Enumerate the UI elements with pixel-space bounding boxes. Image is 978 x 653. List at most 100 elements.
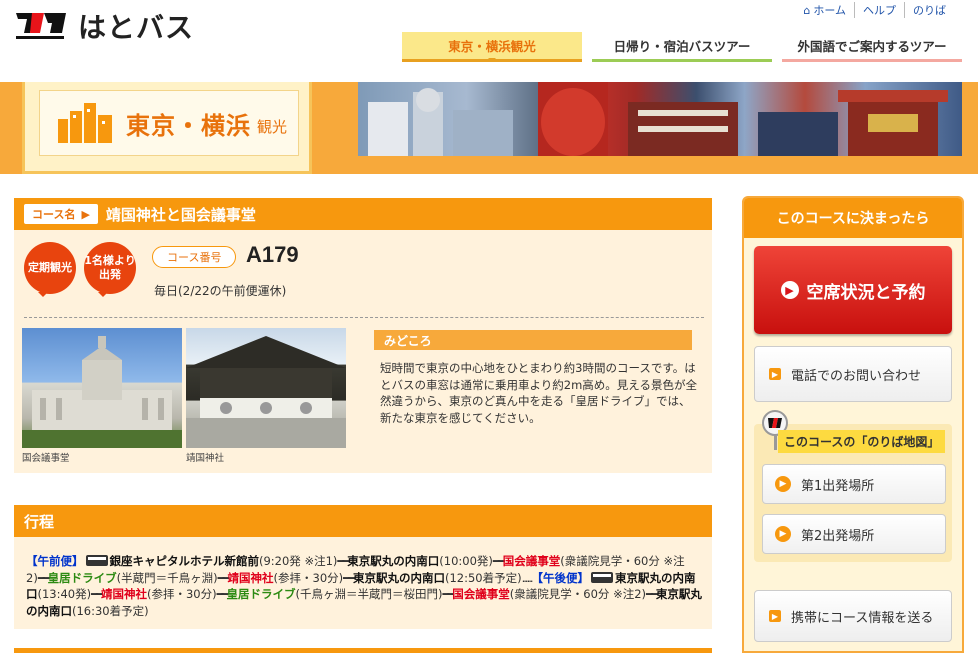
- course-schedule: 毎日(2/22の午前便運休): [154, 284, 287, 298]
- hato-bus-logo-icon: [14, 9, 68, 43]
- banner-cityscape-image: [368, 82, 948, 156]
- route-stop: 銀座キャピタルホテル新館前: [109, 554, 260, 568]
- route-connector: ━━: [343, 570, 355, 585]
- route-sightseeing: 国会議事堂: [502, 554, 561, 568]
- route-sightseeing: 国会議事堂: [452, 587, 510, 602]
- yasukuni-shrine-photo: [186, 328, 346, 448]
- help-link-label: ヘルプ: [863, 4, 896, 17]
- home-icon: ⌂: [803, 3, 811, 17]
- arrow-right-icon: ▶: [769, 368, 781, 380]
- yasukuni-shrine-image: [186, 336, 346, 448]
- departure-point-1-button[interactable]: ▶ 第1出発場所: [762, 464, 946, 504]
- site-logo[interactable]: はとバス: [14, 6, 194, 46]
- route-note: (半蔵門＝千鳥ヶ淵): [116, 570, 218, 585]
- route-drive: 皇居ドライブ: [226, 587, 296, 602]
- reserve-button[interactable]: ▶ 空席状況と予約: [754, 246, 952, 334]
- reserve-button-label: 空席状況と予約: [806, 282, 926, 303]
- boarding-map-title-quote: 「のりば地図」: [855, 435, 940, 449]
- boarding-link-label: のりば: [913, 4, 946, 17]
- course-panel: コース名 ▶ 靖国神社と国会議事堂 定期観光 1名様より出発 コース番号 A17…: [14, 198, 712, 473]
- regular-tour-badge: 定期観光: [24, 242, 76, 297]
- route-drive: 皇居ドライブ: [47, 570, 117, 585]
- help-link[interactable]: ヘルプ: [854, 2, 904, 18]
- route-separator: ......: [521, 570, 534, 585]
- photo2-caption: 靖国神社: [186, 453, 225, 464]
- route-sightseeing: 靖国神社: [100, 587, 147, 602]
- route-connector: ━━: [492, 554, 505, 568]
- itinerary-panel: 行程 【午前便】 銀座キャピタルホテル新館前(9:20発 ※注1)━━東京駅丸の内…: [14, 505, 712, 629]
- boarding-map-box: このコースの「のりば地図」 ▶ 第1出発場所 ▶ 第2出発場所: [754, 410, 952, 562]
- route-stop: 東京駅丸の内南口: [352, 570, 445, 585]
- banner-inner: 東京・横浜 観光: [39, 90, 299, 156]
- home-link[interactable]: ⌂ ホーム: [795, 2, 854, 18]
- banner-photo: [358, 82, 962, 156]
- route-note: (9:20発 ※注1): [259, 554, 338, 568]
- phone-inquiry-label: 電話でのお問い合わせ: [791, 368, 922, 384]
- route-stop: 東京駅丸の内南口: [347, 554, 440, 568]
- arrow-right-icon: ▶: [769, 610, 781, 622]
- route-note: (13:40発): [37, 587, 92, 602]
- bus-icon: [591, 571, 614, 583]
- triangle-right-icon: ▶: [81, 207, 90, 221]
- main-tabs: 東京・横浜観光 日帰り・宿泊バスツアー 外国語でご案内するツアー: [402, 32, 962, 62]
- tab-foreign-language-tours[interactable]: 外国語でご案内するツアー: [782, 32, 962, 62]
- diet-building-image: [22, 336, 182, 448]
- boarding-link[interactable]: のりば: [904, 2, 954, 18]
- route-note: (参拝・30分): [273, 570, 344, 585]
- course-header: コース名 ▶ 靖国神社と国会議事堂: [14, 198, 712, 230]
- bottom-divider: [14, 648, 712, 653]
- course-name-tag: コース名 ▶: [24, 204, 98, 224]
- photo1-caption: 国会議事堂: [22, 453, 70, 464]
- arrow-right-icon: ▶: [780, 281, 799, 299]
- route-note: (12:50着予定): [444, 570, 522, 585]
- booking-sidebar: このコースに決まったら ▶ 空席状況と予約 ▶ 電話でのお問い合わせ このコース…: [742, 196, 964, 653]
- course-name-tag-label: コース名: [32, 208, 76, 221]
- banner-title-box: 東京・横浜 観光: [22, 82, 312, 174]
- boarding-map-title-prefix: このコースの: [784, 435, 856, 449]
- arrow-right-icon: ▶: [775, 476, 791, 492]
- tab-day-trips[interactable]: 日帰り・宿泊バスツアー: [592, 32, 772, 62]
- route-sightseeing: 靖国神社: [227, 570, 274, 585]
- logo-text: はとバス: [78, 11, 195, 44]
- banner-subtitle: 観光: [257, 117, 288, 136]
- divider: [24, 317, 704, 318]
- route-note: (参拝・30分): [146, 587, 217, 602]
- route-note: (千鳥ヶ淵＝半蔵門＝桜田門): [295, 587, 443, 602]
- highlights-text: 短時間で東京の中心地をひとまわり約3時間のコースです。はとバスの車窓は通常に乗用…: [380, 361, 697, 426]
- boarding-map-title: このコースの「のりば地図」: [778, 430, 946, 453]
- bus-icon: [85, 555, 108, 566]
- sidebar-heading: このコースに決まったら: [744, 198, 962, 238]
- course-number: A179: [246, 242, 299, 267]
- city-buildings-icon: [58, 103, 112, 143]
- course-number-label: コース番号: [152, 246, 237, 268]
- course-badges: 定期観光 1名様より出発: [24, 242, 136, 297]
- route-note: (衆議院見学・60分 ※注2): [509, 587, 647, 602]
- page: はとバス ⌂ ホーム ヘルプ のりば 東京・横浜観光 日帰り・宿泊バスツアー 外…: [0, 0, 978, 653]
- itinerary-heading: 行程: [14, 505, 712, 537]
- highlights-heading: みどころ: [374, 330, 692, 350]
- send-to-mobile-label: 携帯にコース情報を送る: [791, 610, 934, 626]
- itinerary-body: 【午前便】 銀座キャピタルホテル新館前(9:20発 ※注1)━━東京駅丸の内南口(…: [14, 537, 712, 620]
- departure-point-2-label: 第2出発場所: [801, 528, 875, 544]
- route-connector: ━━: [216, 587, 229, 602]
- route-connector: ━━: [442, 587, 454, 602]
- banner-title: 東京・横浜: [126, 111, 251, 140]
- route-connector: ━━: [217, 570, 230, 585]
- route-connector: ━━: [37, 570, 50, 585]
- send-to-mobile-button[interactable]: ▶ 携帯にコース情報を送る: [754, 590, 952, 642]
- route-note: (16:30着予定): [72, 604, 149, 619]
- utility-nav: ⌂ ホーム ヘルプ のりば: [795, 2, 954, 18]
- tab-tokyo-yokohama[interactable]: 東京・横浜観光: [402, 32, 582, 62]
- diet-building-photo: [22, 328, 182, 448]
- departure-point-1-label: 第1出発場所: [801, 478, 875, 494]
- home-link-label: ホーム: [813, 4, 846, 17]
- morning-tag: 【午前便】: [26, 554, 84, 568]
- single-departure-badge: 1名様より出発: [84, 242, 136, 297]
- route-connector: ━━: [337, 554, 349, 568]
- route-connector: ━━: [91, 587, 103, 602]
- departure-point-2-button[interactable]: ▶ 第2出発場所: [762, 514, 946, 554]
- route-connector: ━━: [646, 587, 658, 602]
- phone-inquiry-button[interactable]: ▶ 電話でのお問い合わせ: [754, 346, 952, 402]
- afternoon-tag: 【午後便】: [531, 570, 590, 585]
- route-note: (10:00発): [439, 554, 493, 568]
